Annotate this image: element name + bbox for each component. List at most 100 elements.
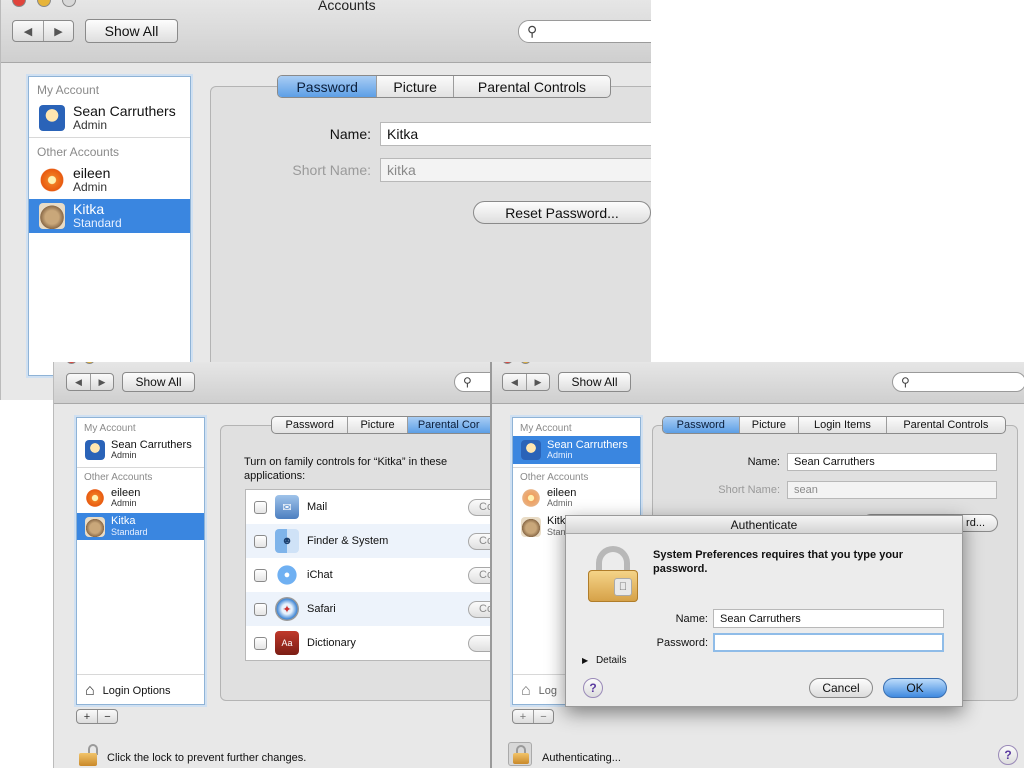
lock-icon[interactable] bbox=[79, 744, 99, 766]
add-account-button[interactable]: + bbox=[77, 710, 97, 723]
accounts-list: My Account Sean Carruthers Admin Other A… bbox=[28, 76, 191, 376]
lock-status-text: Click the lock to prevent further change… bbox=[107, 752, 307, 764]
configure-button[interactable]: Co bbox=[468, 600, 490, 618]
app-row-safari: ✦ Safari Co bbox=[246, 592, 490, 626]
back-forward-control[interactable]: ◀ ▶ bbox=[502, 373, 550, 391]
forward-arrow-icon[interactable]: ▶ bbox=[89, 374, 113, 390]
minimize-button[interactable] bbox=[520, 362, 531, 364]
ichat-checkbox[interactable] bbox=[254, 568, 267, 582]
account-kitka[interactable]: Kitka Standard bbox=[77, 513, 204, 540]
ok-button[interactable]: OK bbox=[883, 678, 947, 698]
tab-password[interactable]: Password bbox=[663, 417, 739, 433]
dictionary-book-icon: Aa bbox=[275, 631, 299, 655]
astronaut-avatar-icon bbox=[85, 440, 105, 460]
cat-avatar-icon bbox=[39, 203, 65, 229]
short-name-label: Short Name: bbox=[718, 484, 780, 496]
help-button[interactable]: ? bbox=[998, 745, 1018, 765]
add-account-button[interactable]: + bbox=[513, 710, 533, 723]
account-sean[interactable]: Sean Carruthers Admin bbox=[513, 436, 640, 464]
configure-button[interactable]: Co bbox=[468, 532, 490, 550]
account-sean[interactable]: Sean Carruthers Admin bbox=[29, 101, 190, 135]
account-role: Admin bbox=[111, 450, 137, 461]
flower-avatar-icon bbox=[85, 488, 105, 508]
back-forward-control[interactable]: ◀ ▶ bbox=[66, 373, 114, 391]
configure-button[interactable]: Co bbox=[468, 498, 490, 516]
tab-parental-controls[interactable]: Parental Controls bbox=[885, 417, 1005, 433]
tab-picture[interactable]: Picture bbox=[347, 417, 406, 433]
remove-account-button[interactable]: − bbox=[532, 710, 553, 723]
back-arrow-icon[interactable]: ◀ bbox=[503, 374, 526, 390]
minimize-button[interactable] bbox=[84, 362, 95, 364]
tab-picture[interactable]: Picture bbox=[376, 76, 453, 97]
app-row-dictionary: Aa Dictionary bbox=[246, 626, 490, 660]
house-icon: ⌂ bbox=[521, 682, 531, 699]
back-arrow-icon[interactable]: ◀ bbox=[67, 374, 90, 390]
parental-instruction: Turn on family controls for “Kitka” in t… bbox=[244, 456, 448, 483]
name-field[interactable]: Sean Carruthers bbox=[787, 453, 997, 471]
close-button[interactable] bbox=[66, 362, 77, 364]
account-role: Standard bbox=[73, 216, 122, 231]
ichat-icon: ● bbox=[275, 563, 299, 587]
dialog-password-field[interactable] bbox=[713, 633, 944, 652]
search-field[interactable]: ⚲ bbox=[454, 372, 490, 392]
show-all-button[interactable]: Show All bbox=[558, 372, 631, 392]
tab-password[interactable]: Password bbox=[278, 76, 377, 97]
sidebar-divider bbox=[29, 137, 190, 138]
show-all-button[interactable]: Show All bbox=[85, 19, 178, 43]
account-tabs: Password Picture Parental Cor bbox=[271, 416, 490, 434]
remove-account-button[interactable]: − bbox=[96, 710, 117, 723]
back-arrow-icon[interactable]: ◀ bbox=[13, 21, 43, 41]
account-eileen[interactable]: eileen Admin bbox=[513, 484, 640, 512]
login-options-item[interactable]: ⌂ Login Options bbox=[77, 678, 204, 704]
account-eileen[interactable]: eileen Admin bbox=[29, 163, 190, 197]
accounts-window-main: Accounts ◀ ▶ Show All ⚲ My Account Sean … bbox=[0, 0, 651, 400]
account-name: Kitka bbox=[73, 201, 105, 218]
name-field[interactable]: Kitka bbox=[380, 122, 651, 146]
tab-parental-controls[interactable]: Parental Cor bbox=[406, 417, 490, 433]
forward-arrow-icon[interactable]: ▶ bbox=[525, 374, 549, 390]
details-disclosure[interactable]: ▶ Details bbox=[582, 655, 627, 666]
flower-avatar-icon bbox=[39, 167, 65, 193]
finder-icon: ☻ bbox=[275, 529, 299, 553]
add-remove-control: + − bbox=[512, 709, 554, 724]
tab-login-items[interactable]: Login Items bbox=[798, 417, 885, 433]
close-button[interactable] bbox=[502, 362, 513, 364]
account-role: Admin bbox=[547, 498, 573, 509]
finder-checkbox[interactable] bbox=[254, 534, 267, 548]
search-field[interactable]: ⚲ bbox=[892, 372, 1024, 392]
dialog-help-button[interactable]: ? bbox=[583, 678, 603, 698]
account-sean[interactable]: Sean Carruthers Admin bbox=[77, 436, 204, 464]
mail-checkbox[interactable] bbox=[254, 500, 267, 514]
minimize-button[interactable] bbox=[37, 0, 51, 7]
dictionary-checkbox[interactable] bbox=[254, 636, 267, 650]
account-tabs: Password Picture Parental Controls bbox=[277, 75, 611, 98]
search-field[interactable]: ⚲ bbox=[518, 20, 651, 43]
close-button[interactable] bbox=[12, 0, 26, 7]
configure-button[interactable] bbox=[468, 634, 490, 652]
reset-password-button[interactable]: Reset Password... bbox=[473, 201, 651, 224]
cat-avatar-icon bbox=[85, 516, 105, 537]
tab-picture[interactable]: Picture bbox=[738, 417, 799, 433]
zoom-button[interactable] bbox=[62, 0, 76, 7]
account-role: Admin bbox=[111, 498, 137, 509]
app-name: Finder & System bbox=[307, 535, 389, 547]
cancel-button[interactable]: Cancel bbox=[809, 678, 873, 698]
login-options-label: Login Options bbox=[102, 685, 171, 697]
back-forward-control[interactable]: ◀ ▶ bbox=[12, 20, 74, 42]
account-eileen[interactable]: eileen Admin bbox=[77, 484, 204, 512]
padlock-icon:  bbox=[588, 546, 638, 602]
safari-checkbox[interactable] bbox=[254, 602, 267, 616]
account-kitka[interactable]: Kitka Standard bbox=[29, 199, 190, 233]
tab-parental-controls[interactable]: Parental Controls bbox=[452, 76, 610, 97]
tab-password[interactable]: Password bbox=[272, 417, 347, 433]
window-title: Accounts bbox=[318, 0, 376, 13]
forward-arrow-icon[interactable]: ▶ bbox=[43, 21, 73, 41]
short-name-label: Short Name: bbox=[292, 162, 371, 178]
show-all-button[interactable]: Show All bbox=[122, 372, 195, 392]
accounts-window-parental: ◀ ▶ Show All ⚲ My Account Sean Carruther… bbox=[53, 362, 490, 768]
account-tabs: Password Picture Login Items Parental Co… bbox=[662, 416, 1006, 434]
configure-button[interactable]: Co bbox=[468, 566, 490, 584]
other-accounts-header: Other Accounts bbox=[84, 472, 153, 483]
dialog-name-field[interactable]: Sean Carruthers bbox=[713, 609, 944, 628]
search-icon: ⚲ bbox=[463, 375, 472, 389]
